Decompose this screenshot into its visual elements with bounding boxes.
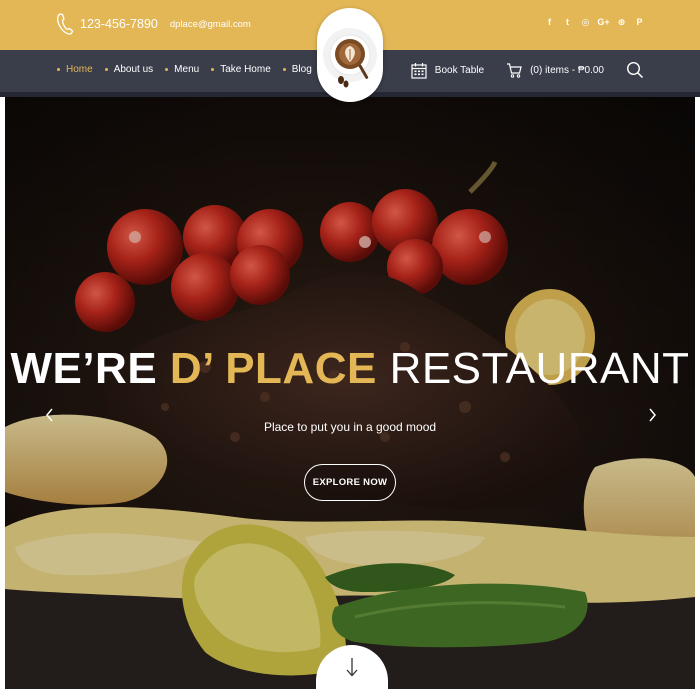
nav-item-label: Menu xyxy=(174,64,200,75)
slider-next-button[interactable] xyxy=(635,398,669,432)
slider-prev-button[interactable] xyxy=(33,398,67,432)
hero-subtitle: Place to put you in a good mood xyxy=(263,420,437,434)
hero-banner: WE’RE D’ PLACE RESTAURANT Place to put y… xyxy=(5,97,695,689)
chevron-left-icon xyxy=(46,408,53,422)
page-edge-bottom xyxy=(0,689,700,700)
book-table-button[interactable]: Book Table xyxy=(411,62,484,79)
nav-item-label: Home xyxy=(66,64,93,75)
explore-now-button[interactable]: EXPLORE NOW xyxy=(304,464,396,501)
nav-item-home[interactable]: Home xyxy=(57,64,93,75)
instagram-icon[interactable]: ◎ xyxy=(581,17,590,28)
page-edge-right xyxy=(695,97,700,700)
nav-item-about-us[interactable]: About us xyxy=(104,64,154,75)
book-table-label: Book Table xyxy=(434,64,485,76)
nav-item-label: About us xyxy=(113,64,154,75)
pinterest-icon[interactable]: P xyxy=(635,17,644,28)
calendar-icon xyxy=(411,62,427,79)
google-plus-icon[interactable]: G+ xyxy=(597,17,609,28)
phone-icon xyxy=(56,13,74,35)
nav-bullet xyxy=(211,68,215,71)
nav-menu: Home About us Menu Take Home Blog xyxy=(57,64,312,75)
nav-actions: Book Table (0) items - ₱0.00 xyxy=(411,61,644,79)
phone-number[interactable]: 123-456-7890 xyxy=(80,17,158,31)
hero-title: WE’RE D’ PLACE RESTAURANT xyxy=(5,341,695,397)
search-icon[interactable] xyxy=(626,61,644,79)
nav-item-blog[interactable]: Blog xyxy=(282,64,312,75)
twitter-icon[interactable]: t xyxy=(563,17,572,28)
coffee-cup-logo[interactable] xyxy=(317,8,383,102)
nav-bullet xyxy=(57,68,60,71)
cart-icon xyxy=(507,63,522,78)
facebook-icon[interactable]: f xyxy=(545,17,554,28)
social-links: f t ◎ G+ ⊕ P xyxy=(545,17,644,28)
cart-summary: (0) items - ₱0.00 xyxy=(530,64,604,76)
cart-button[interactable]: (0) items - ₱0.00 xyxy=(506,62,604,78)
chevron-right-icon xyxy=(649,408,656,422)
nav-bullet xyxy=(165,68,169,71)
hero-title-part3: RESTAURANT xyxy=(389,344,690,393)
hero-title-part1: WE’RE xyxy=(10,344,158,393)
contact-info: 123-456-7890 dplace@gmail.com xyxy=(56,12,251,36)
nav-item-take-home[interactable]: Take Home xyxy=(211,64,271,75)
arrow-down-icon xyxy=(346,658,358,677)
nav-item-menu[interactable]: Menu xyxy=(165,64,199,75)
nav-bullet xyxy=(282,68,286,71)
email-link[interactable]: dplace@gmail.com xyxy=(170,19,251,30)
nav-item-label: Blog xyxy=(291,64,312,75)
nav-item-label: Take Home xyxy=(220,64,271,75)
dribbble-icon[interactable]: ⊕ xyxy=(617,17,626,28)
nav-bullet xyxy=(104,68,108,71)
hero-title-part2: D’ PLACE xyxy=(169,344,377,393)
